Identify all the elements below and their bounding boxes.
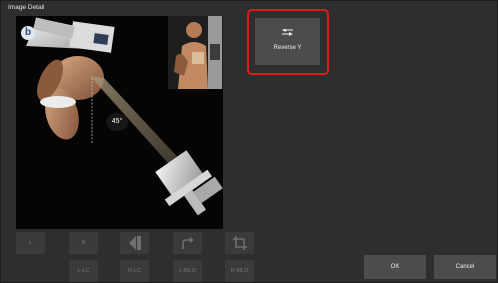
tool-l-button[interactable]: L — [16, 232, 45, 254]
reference-thumbnail — [168, 16, 223, 89]
shutter-button[interactable] — [120, 232, 149, 254]
reverse-y-icon — [282, 29, 293, 36]
patient-thumbnail-image — [168, 16, 223, 89]
tool-l-lc-button[interactable]: L-LC — [69, 260, 98, 282]
rotate-button[interactable] — [173, 232, 202, 254]
crop-button[interactable] — [225, 232, 254, 254]
tool-l-mlo-button[interactable]: L-MLO — [173, 260, 202, 282]
window-title: Image Detail — [8, 4, 45, 11]
crop-icon — [232, 236, 247, 250]
tool-r-lc-button[interactable]: R-LC — [120, 260, 149, 282]
reverse-y-label: Reverse Y — [273, 45, 302, 51]
ok-button[interactable]: OK — [364, 255, 426, 279]
cancel-button[interactable]: Cancel — [434, 255, 496, 279]
rotate-arrow-icon — [181, 237, 194, 249]
angle-indicator: 45° — [106, 113, 128, 131]
reverse-y-highlight: Reverse Y — [247, 9, 329, 75]
image-detail-window: Image Detail b 45° L R L-LC R-LC L-MLO R… — [0, 0, 498, 283]
app-logo-icon: b — [21, 26, 35, 40]
tool-r-button[interactable]: R — [69, 232, 98, 254]
reverse-y-button[interactable]: Reverse Y — [255, 18, 320, 65]
image-viewer[interactable]: b 45° — [16, 16, 223, 229]
shutter-icon — [128, 236, 141, 250]
tool-r-mlo-button[interactable]: R-MLO — [225, 260, 254, 282]
